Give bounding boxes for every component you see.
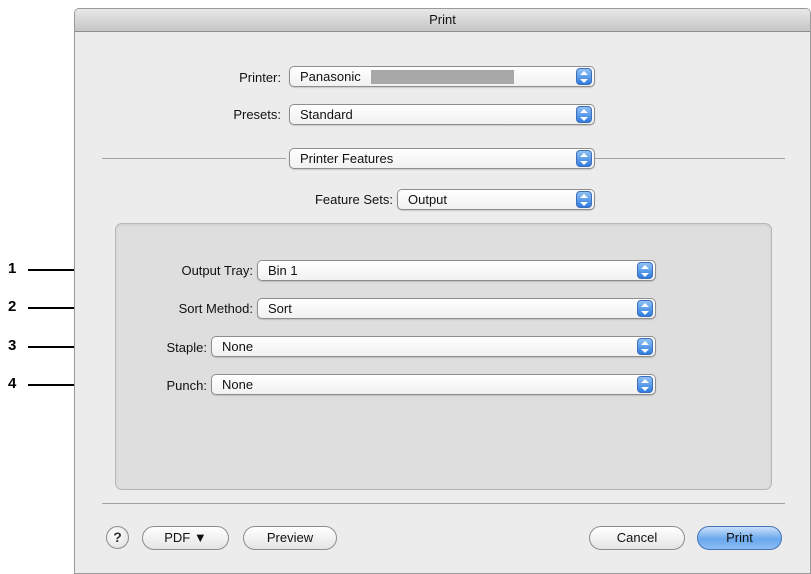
panel-separator-right [595,158,785,159]
punch-label: Punch: [166,378,207,393]
up-down-arrows-icon [637,338,653,355]
window-title: Print [75,9,810,32]
output-tray-label: Output Tray: [181,263,253,278]
staple-popup[interactable]: None [211,336,656,357]
up-down-arrows-icon [637,300,653,317]
panel-value: Printer Features [300,151,394,166]
output-tray-popup[interactable]: Bin 1 [257,260,656,281]
panel-popup[interactable]: Printer Features [289,148,595,169]
up-down-arrows-icon [576,191,592,208]
sort-method-popup[interactable]: Sort [257,298,656,319]
punch-popup[interactable]: None [211,374,656,395]
preview-button[interactable]: Preview [243,526,337,550]
presets-value: Standard [300,107,353,122]
up-down-arrows-icon [637,262,653,279]
punch-value: None [222,377,254,392]
callout-number: 3 [8,337,17,354]
sort-method-label: Sort Method: [178,301,253,316]
callout-number: 4 [8,375,17,392]
callout-number: 2 [8,298,17,315]
presets-label: Presets: [233,107,281,122]
print-dialog: Print Printer: Panasonic Presets: Standa… [74,8,811,574]
feature-sets-label: Feature Sets: [314,192,393,207]
printer-popup[interactable]: Panasonic [289,66,595,87]
sort-method-value: Sort [268,301,292,316]
print-button[interactable]: Print [697,526,782,550]
up-down-arrows-icon [576,68,592,85]
printer-label: Printer: [239,70,281,85]
panel-separator-left [102,158,286,159]
feature-sets-value: Output [408,192,448,207]
staple-value: None [222,339,254,354]
staple-label: Staple: [166,340,207,355]
up-down-arrows-icon [637,376,653,393]
help-button[interactable]: ? [106,526,129,549]
callout-number: 1 [8,260,17,277]
bottom-separator [102,503,785,504]
presets-popup[interactable]: Standard [289,104,595,125]
redacted-printer-name [371,70,514,84]
output-tray-value: Bin 1 [268,263,298,278]
feature-sets-popup[interactable]: Output [397,189,595,210]
cancel-button[interactable]: Cancel [589,526,685,550]
pdf-menu-button[interactable]: PDF ▼ [142,526,229,550]
up-down-arrows-icon [576,150,592,167]
printer-value: Panasonic [300,69,361,84]
up-down-arrows-icon [576,106,592,123]
